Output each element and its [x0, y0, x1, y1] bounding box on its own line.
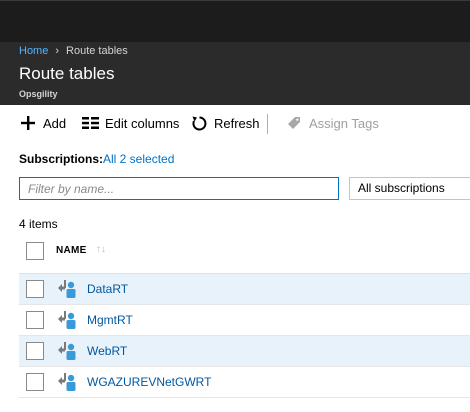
table-row[interactable]: WebRT	[19, 336, 470, 367]
item-count: 4 items	[19, 217, 58, 231]
refresh-button[interactable]: Refresh	[190, 105, 260, 141]
chevron-right-icon: ›	[55, 45, 60, 57]
route-table-icon	[58, 342, 76, 360]
add-button[interactable]: Add	[19, 105, 66, 141]
edit-columns-button[interactable]: Edit columns	[81, 105, 179, 141]
refresh-icon	[190, 114, 208, 132]
row-checkbox[interactable]	[26, 311, 44, 329]
plus-icon	[19, 114, 37, 132]
subscriptions-label: Subscriptions:	[19, 152, 104, 166]
subscriptions-link[interactable]: All 2 selected	[103, 152, 174, 166]
refresh-button-label: Refresh	[214, 115, 260, 131]
route-table-name[interactable]: DataRT	[87, 282, 128, 296]
row-checkbox[interactable]	[26, 373, 44, 391]
columns-icon	[81, 114, 99, 132]
toolbar-divider	[267, 114, 268, 134]
add-button-label: Add	[43, 115, 67, 131]
page-title: Route tables	[19, 64, 115, 83]
table-row[interactable]: MgmtRT	[19, 305, 470, 336]
table-row[interactable]: DataRT	[19, 274, 470, 305]
route-table-icon	[58, 311, 76, 329]
route-table-icon	[58, 280, 76, 298]
route-table-name[interactable]: WGAZUREVNetGWRT	[87, 375, 211, 389]
table-row[interactable]: WGAZUREVNetGWRT	[19, 367, 470, 398]
assign-tags-button-label: Assign Tags	[309, 115, 379, 131]
route-table-name[interactable]: WebRT	[87, 344, 127, 358]
row-checkbox[interactable]	[26, 342, 44, 360]
top-bar	[0, 0, 470, 42]
assign-tags-button[interactable]: Assign Tags	[285, 105, 379, 141]
sort-arrows-icon[interactable]: ↑↓	[96, 244, 106, 255]
breadcrumb-current: Route tables	[66, 45, 128, 57]
command-bar: Add Edit columns Refresh Assign Tags	[0, 105, 470, 141]
breadcrumb: Home › Route tables	[19, 45, 128, 57]
page-subtitle: Opsgility	[19, 89, 58, 99]
subscription-dropdown[interactable]: All subscriptions	[349, 177, 470, 200]
filter-by-name-input[interactable]	[19, 177, 339, 200]
select-all-checkbox[interactable]	[26, 242, 44, 260]
row-checkbox[interactable]	[26, 280, 44, 298]
breadcrumb-home[interactable]: Home	[19, 45, 48, 57]
route-table-icon	[58, 373, 76, 391]
column-header-name[interactable]: NAME	[56, 245, 87, 256]
edit-columns-button-label: Edit columns	[105, 115, 180, 131]
tag-icon	[285, 114, 303, 132]
route-table-name[interactable]: MgmtRT	[87, 313, 133, 327]
